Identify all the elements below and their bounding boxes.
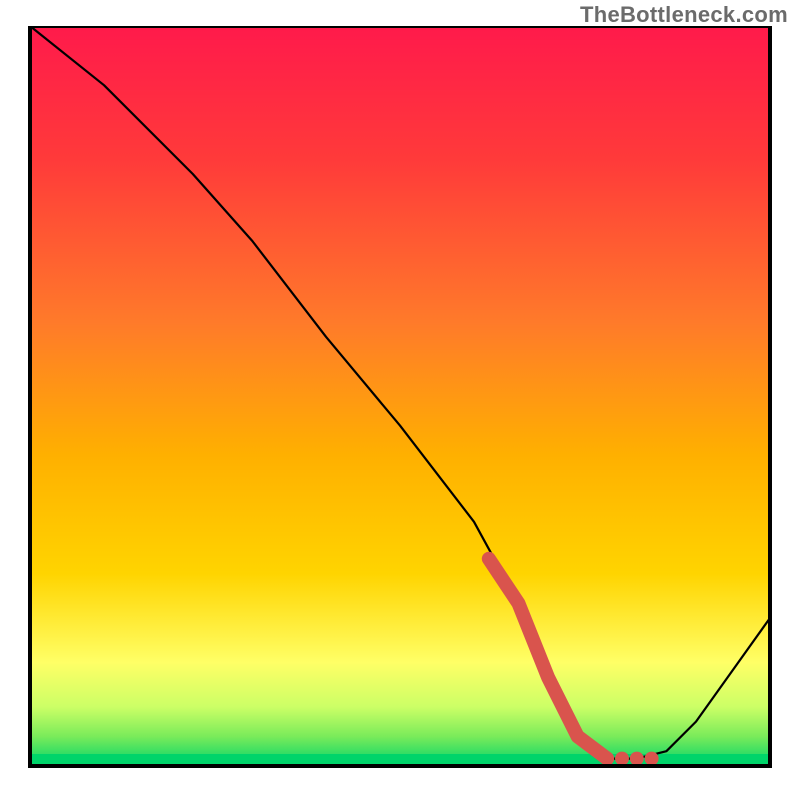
highlight-tail <box>615 752 659 766</box>
chart-svg <box>20 26 780 786</box>
watermark-text: TheBottleneck.com <box>580 2 788 28</box>
plot-area <box>20 26 780 786</box>
highlight-dot <box>615 752 629 766</box>
plot-inner <box>30 26 770 766</box>
highlight-dot <box>645 752 659 766</box>
chart-frame: TheBottleneck.com <box>0 0 800 800</box>
gradient-background <box>30 26 770 766</box>
highlight-dot <box>630 752 644 766</box>
